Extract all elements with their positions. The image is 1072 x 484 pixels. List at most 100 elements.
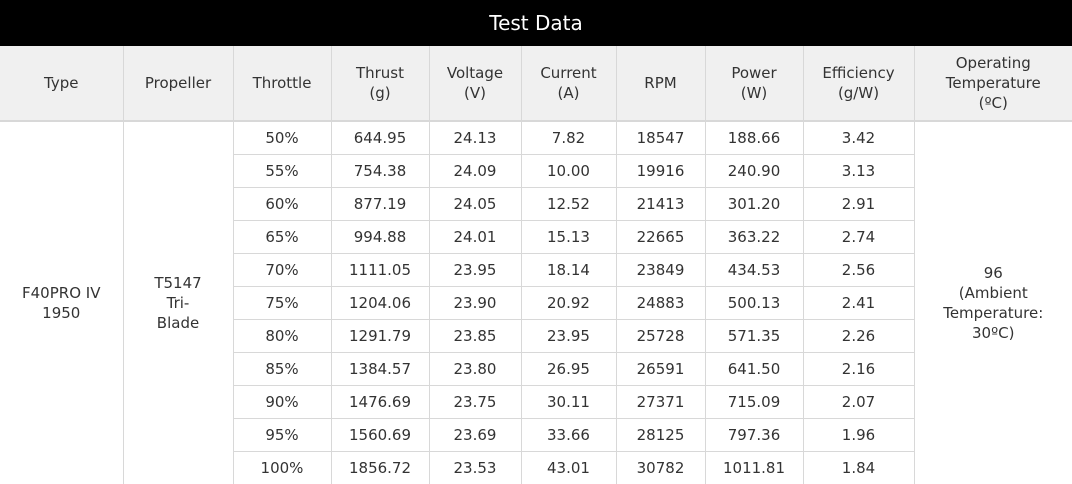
thrust-cell: 1560.69 bbox=[331, 419, 429, 452]
column-header-power: Power(W) bbox=[705, 46, 803, 121]
thrust-cell: 1384.57 bbox=[331, 353, 429, 386]
temperature-cell: 96(AmbientTemperature:30ºC) bbox=[914, 121, 1072, 484]
column-header-line: (W) bbox=[710, 83, 799, 103]
thrust-cell: 994.88 bbox=[331, 221, 429, 254]
power-cell: 500.13 bbox=[705, 287, 803, 320]
throttle-cell: 65% bbox=[233, 221, 331, 254]
test-data-table: TypePropellerThrottleThrust(g)Voltage(V)… bbox=[0, 46, 1072, 484]
throttle-cell: 60% bbox=[233, 188, 331, 221]
table-header-row: TypePropellerThrottleThrust(g)Voltage(V)… bbox=[0, 46, 1072, 121]
current-cell: 26.95 bbox=[521, 353, 616, 386]
table-body: F40PRO IV1950T5147Tri-Blade50%644.9524.1… bbox=[0, 121, 1072, 484]
table-row: F40PRO IV1950T5147Tri-Blade50%644.9524.1… bbox=[0, 121, 1072, 155]
rpm-cell: 24883 bbox=[616, 287, 705, 320]
column-header-line: Temperature bbox=[919, 73, 1069, 93]
throttle-cell: 70% bbox=[233, 254, 331, 287]
column-header-propeller: Propeller bbox=[123, 46, 233, 121]
power-cell: 188.66 bbox=[705, 121, 803, 155]
efficiency-cell: 2.07 bbox=[803, 386, 914, 419]
type-cell: F40PRO IV1950 bbox=[0, 121, 123, 484]
power-cell: 301.20 bbox=[705, 188, 803, 221]
thrust-cell: 1111.05 bbox=[331, 254, 429, 287]
rpm-cell: 30782 bbox=[616, 452, 705, 484]
propeller-cell: T5147Tri-Blade bbox=[123, 121, 233, 484]
power-cell: 797.36 bbox=[705, 419, 803, 452]
column-header-throttle: Throttle bbox=[233, 46, 331, 121]
column-header-efficiency: Efficiency(g/W) bbox=[803, 46, 914, 121]
efficiency-cell: 2.74 bbox=[803, 221, 914, 254]
power-cell: 434.53 bbox=[705, 254, 803, 287]
voltage-cell: 24.05 bbox=[429, 188, 521, 221]
voltage-cell: 23.75 bbox=[429, 386, 521, 419]
column-header-thrust: Thrust(g) bbox=[331, 46, 429, 121]
rpm-cell: 26591 bbox=[616, 353, 705, 386]
power-cell: 571.35 bbox=[705, 320, 803, 353]
power-cell: 363.22 bbox=[705, 221, 803, 254]
current-cell: 23.95 bbox=[521, 320, 616, 353]
current-cell: 33.66 bbox=[521, 419, 616, 452]
efficiency-cell: 1.84 bbox=[803, 452, 914, 484]
voltage-cell: 23.85 bbox=[429, 320, 521, 353]
column-header-line: Efficiency bbox=[808, 63, 910, 83]
current-cell: 30.11 bbox=[521, 386, 616, 419]
column-header-line: Type bbox=[4, 73, 119, 93]
efficiency-cell: 2.41 bbox=[803, 287, 914, 320]
temperature-cell-line: Temperature: bbox=[915, 303, 1072, 323]
throttle-cell: 85% bbox=[233, 353, 331, 386]
current-cell: 7.82 bbox=[521, 121, 616, 155]
efficiency-cell: 1.96 bbox=[803, 419, 914, 452]
power-cell: 641.50 bbox=[705, 353, 803, 386]
column-header-line: Propeller bbox=[128, 73, 229, 93]
throttle-cell: 80% bbox=[233, 320, 331, 353]
throttle-cell: 55% bbox=[233, 155, 331, 188]
column-header-line: (g) bbox=[336, 83, 425, 103]
column-header-line: (ºC) bbox=[919, 93, 1069, 113]
efficiency-cell: 2.91 bbox=[803, 188, 914, 221]
thrust-cell: 1476.69 bbox=[331, 386, 429, 419]
thrust-cell: 1856.72 bbox=[331, 452, 429, 484]
column-header-line: (g/W) bbox=[808, 83, 910, 103]
column-header-rpm: RPM bbox=[616, 46, 705, 121]
thrust-cell: 1291.79 bbox=[331, 320, 429, 353]
rpm-cell: 18547 bbox=[616, 121, 705, 155]
temperature-cell-line: (Ambient bbox=[915, 283, 1072, 303]
rpm-cell: 23849 bbox=[616, 254, 705, 287]
title-bar: Test Data bbox=[0, 0, 1072, 46]
efficiency-cell: 3.42 bbox=[803, 121, 914, 155]
temperature-cell-line: 96 bbox=[915, 263, 1072, 283]
efficiency-cell: 2.16 bbox=[803, 353, 914, 386]
voltage-cell: 23.80 bbox=[429, 353, 521, 386]
efficiency-cell: 2.56 bbox=[803, 254, 914, 287]
column-header-voltage: Voltage(V) bbox=[429, 46, 521, 121]
column-header-current: Current(A) bbox=[521, 46, 616, 121]
column-header-line: Thrust bbox=[336, 63, 425, 83]
power-cell: 715.09 bbox=[705, 386, 803, 419]
column-header-line: Throttle bbox=[238, 73, 327, 93]
current-cell: 43.01 bbox=[521, 452, 616, 484]
current-cell: 20.92 bbox=[521, 287, 616, 320]
power-cell: 240.90 bbox=[705, 155, 803, 188]
rpm-cell: 19916 bbox=[616, 155, 705, 188]
throttle-cell: 90% bbox=[233, 386, 331, 419]
power-cell: 1011.81 bbox=[705, 452, 803, 484]
type-cell-line: 1950 bbox=[0, 303, 123, 323]
current-cell: 15.13 bbox=[521, 221, 616, 254]
column-header-line: Current bbox=[526, 63, 612, 83]
propeller-cell-line: Blade bbox=[124, 313, 233, 333]
voltage-cell: 24.13 bbox=[429, 121, 521, 155]
rpm-cell: 22665 bbox=[616, 221, 705, 254]
temperature-cell-line: 30ºC) bbox=[915, 323, 1072, 343]
throttle-cell: 100% bbox=[233, 452, 331, 484]
propeller-cell-line: T5147 bbox=[124, 273, 233, 293]
column-header-line: Operating bbox=[919, 53, 1069, 73]
column-header-line: (V) bbox=[434, 83, 517, 103]
type-cell-line: F40PRO IV bbox=[0, 283, 123, 303]
voltage-cell: 24.01 bbox=[429, 221, 521, 254]
thrust-cell: 644.95 bbox=[331, 121, 429, 155]
thrust-cell: 754.38 bbox=[331, 155, 429, 188]
voltage-cell: 24.09 bbox=[429, 155, 521, 188]
column-header-line: RPM bbox=[621, 73, 701, 93]
efficiency-cell: 2.26 bbox=[803, 320, 914, 353]
current-cell: 18.14 bbox=[521, 254, 616, 287]
thrust-cell: 1204.06 bbox=[331, 287, 429, 320]
